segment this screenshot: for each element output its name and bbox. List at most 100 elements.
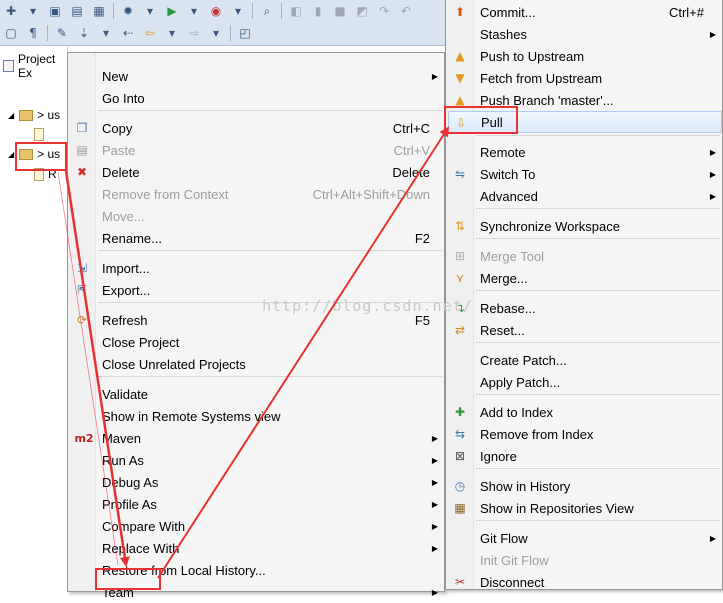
menu-item-merge-tool[interactable]: ⊞ Merge Tool <box>448 245 722 267</box>
submenu-arrow-icon: ▶ <box>431 455 438 465</box>
dropdown-arrow-icon[interactable]: ▾ <box>186 3 202 19</box>
menu-item-remove-from-context[interactable]: Remove from Context Ctrl+Alt+Shift+Down <box>70 183 444 205</box>
toggle-icon[interactable]: ▢ <box>3 25 19 41</box>
debug-icon[interactable]: ✹ <box>120 3 136 19</box>
toolbar-row-bottom: ▢ ¶ ✎ ⇣ ▾ ⇠ ⇦ ▾ ⇨ ▾ ◰ <box>0 22 256 44</box>
menu-item-profile-as[interactable]: Profile As ▶ <box>70 493 444 515</box>
menu-item-compare-with[interactable]: Compare With ▶ <box>70 515 444 537</box>
menu-separator <box>476 290 720 291</box>
export-icon: ⇱ <box>76 283 88 297</box>
step-into-icon[interactable]: ↷ <box>376 3 392 19</box>
tree-node-file[interactable] <box>34 128 48 141</box>
stop-icon[interactable]: ■ <box>332 3 348 19</box>
history-icon: ◷ <box>454 479 466 493</box>
menu-item-rebase[interactable]: ↴ Rebase... <box>448 297 722 319</box>
pause-icon[interactable]: ▮ <box>310 3 326 19</box>
open-perspective-icon[interactable]: ◰ <box>237 25 253 41</box>
menu-item-label: Close Project <box>102 334 180 350</box>
search-icon[interactable]: ⌕ <box>259 3 275 19</box>
back-icon[interactable]: ⇦ <box>142 25 158 41</box>
menu-item-apply-patch[interactable]: Apply Patch... <box>448 371 722 393</box>
menu-item-git-flow[interactable]: Git Flow ▶ <box>448 527 722 549</box>
menu-item-validate[interactable]: Validate <box>70 383 444 405</box>
annotation-icon[interactable]: ✎ <box>54 25 70 41</box>
menu-item-label: Ignore <box>480 448 517 464</box>
menu-item-show-in-history[interactable]: ◷ Show in History <box>448 475 722 497</box>
menu-item-remote[interactable]: Remote ▶ <box>448 141 722 163</box>
menu-item-label: Close Unrelated Projects <box>102 356 246 372</box>
menu-item-delete[interactable]: ✖ Delete Delete <box>70 161 444 183</box>
menu-item-maven[interactable]: m2 Maven ▶ <box>70 427 444 449</box>
menu-separator <box>98 110 442 111</box>
switch-icon: ⇋ <box>454 167 466 181</box>
next-annotation-icon[interactable]: ⇣ <box>76 25 92 41</box>
project-folder-icon <box>19 109 34 121</box>
print-icon[interactable]: ▦ <box>91 3 107 19</box>
menu-item-stashes[interactable]: Stashes ▶ <box>448 23 722 45</box>
forward-icon[interactable]: ⇨ <box>186 25 202 41</box>
dropdown-arrow-icon[interactable]: ▾ <box>98 25 114 41</box>
menu-item-label: Add to Index <box>480 404 553 420</box>
dropdown-arrow-icon[interactable]: ▾ <box>230 3 246 19</box>
menu-item-add-to-index[interactable]: ✚ Add to Index <box>448 401 722 423</box>
menu-item-shortcut: Ctrl+Alt+Shift+Down <box>312 186 430 202</box>
menu-item-label: Stashes <box>480 26 527 42</box>
disconnect-tb-icon[interactable]: ◩ <box>354 3 370 19</box>
toolbar-separator <box>281 3 282 19</box>
save-icon[interactable]: ▣ <box>47 3 63 19</box>
menu-item-label: Reset... <box>480 322 525 338</box>
menu-item-merge[interactable]: ⋎ Merge... <box>448 267 722 289</box>
menu-item-label: Run As <box>102 452 144 468</box>
menu-item-disconnect[interactable]: ✂ Disconnect <box>448 571 722 593</box>
dropdown-arrow-icon[interactable]: ▾ <box>142 3 158 19</box>
menu-item-push-to-upstream[interactable]: ▲ Push to Upstream <box>448 45 722 67</box>
menu-item-run-as[interactable]: Run As ▶ <box>70 449 444 471</box>
menu-item-commit[interactable]: ⬆ Commit... Ctrl+# <box>448 1 722 23</box>
menu-item-fetch-from-upstream[interactable]: ▼ Fetch from Upstream <box>448 67 722 89</box>
dropdown-arrow-icon[interactable]: ▾ <box>208 25 224 41</box>
menu-separator <box>476 342 720 343</box>
menu-item-label: Advanced <box>480 188 538 204</box>
pin-icon[interactable]: ◧ <box>288 3 304 19</box>
menu-item-ignore[interactable]: ⊠ Ignore <box>448 445 722 467</box>
run-icon[interactable]: ▶ <box>164 3 180 19</box>
menu-item-remove-from-index[interactable]: ⇆ Remove from Index <box>448 423 722 445</box>
dropdown-arrow-icon[interactable]: ▾ <box>164 25 180 41</box>
expand-arrow-icon[interactable]: ◢ <box>8 150 14 159</box>
submenu-arrow-icon: ▶ <box>709 29 716 39</box>
menu-item-paste[interactable]: ▤ Paste Ctrl+V <box>70 139 444 161</box>
prev-edit-icon[interactable]: ⇠ <box>120 25 136 41</box>
expand-arrow-icon[interactable]: ◢ <box>8 111 14 120</box>
menu-item-reset[interactable]: ⇄ Reset... <box>448 319 722 341</box>
save-all-icon[interactable]: ▤ <box>69 3 85 19</box>
menu-item-label: Replace With <box>102 540 180 556</box>
menu-item-switch-to[interactable]: ⇋ Switch To ▶ <box>448 163 722 185</box>
menu-item-init-git-flow[interactable]: Init Git Flow <box>448 549 722 571</box>
menu-item-synchronize-workspace[interactable]: ⇅ Synchronize Workspace <box>448 215 722 237</box>
menu-item-close-project[interactable]: Close Project <box>70 331 444 353</box>
menu-item-new[interactable]: New ▶ <box>70 65 444 87</box>
menu-item-show-in-repositories-view[interactable]: ▦ Show in Repositories View <box>448 497 722 519</box>
menu-item-show-in-remote-systems-view[interactable]: Show in Remote Systems view <box>70 405 444 427</box>
explorer-tab[interactable]: Project Ex <box>0 52 67 80</box>
tree-node-project-1[interactable]: ◢ > us <box>8 108 60 122</box>
menu-item-debug-as[interactable]: Debug As ▶ <box>70 471 444 493</box>
menu-item-create-patch[interactable]: Create Patch... <box>448 349 722 371</box>
menu-item-label: Show in History <box>480 478 571 494</box>
step-over-icon[interactable]: ↶ <box>398 3 414 19</box>
new-icon[interactable]: ✚ <box>3 3 19 19</box>
paragraph-icon[interactable]: ¶ <box>25 25 41 41</box>
submenu-arrow-icon: ▶ <box>431 521 438 531</box>
menu-item-rename[interactable]: Rename... F2 <box>70 227 444 249</box>
menu-item-move[interactable]: Move... <box>70 205 444 227</box>
menu-item-shortcut: F2 <box>414 230 430 246</box>
menu-item-go-into[interactable]: Go Into <box>70 87 444 109</box>
menu-item-copy[interactable]: ❐ Copy Ctrl+C <box>70 117 444 139</box>
external-tools-icon[interactable]: ◉ <box>208 3 224 19</box>
menu-item-advanced[interactable]: Advanced ▶ <box>448 185 722 207</box>
menu-item-close-unrelated-projects[interactable]: Close Unrelated Projects <box>70 353 444 375</box>
menu-item-label: Remote <box>480 144 526 160</box>
menu-item-import[interactable]: ⇲ Import... <box>70 257 444 279</box>
dropdown-arrow-icon[interactable]: ▾ <box>25 3 41 19</box>
menu-item-replace-with[interactable]: Replace With ▶ <box>70 537 444 559</box>
